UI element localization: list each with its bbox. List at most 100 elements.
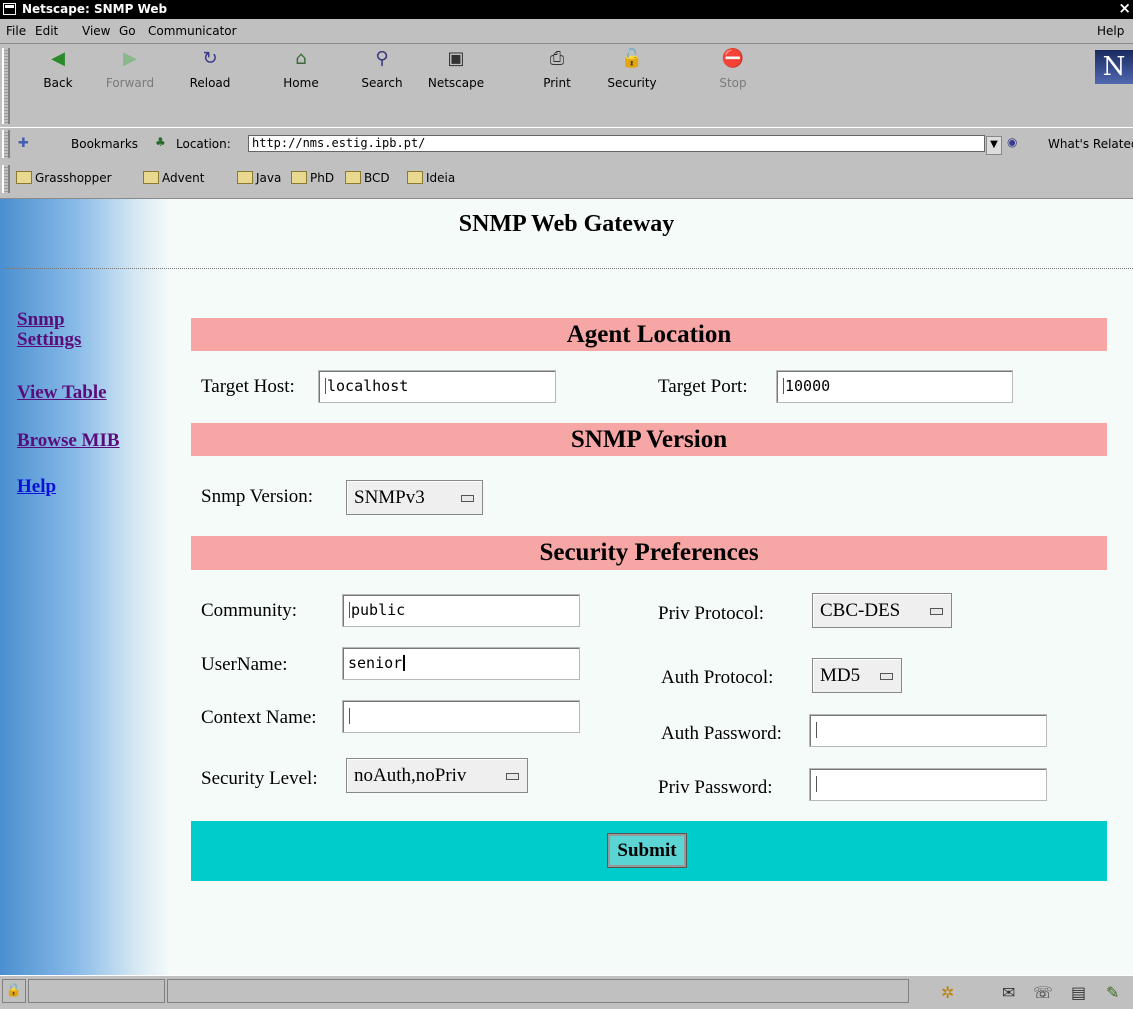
- snmp-version-label: Snmp Version:: [201, 486, 314, 507]
- context-name-label: Context Name:: [201, 707, 317, 728]
- location-toolbar: ✚ Bookmarks ♣ Location: http://nms.estig…: [0, 127, 1133, 162]
- security-level-select[interactable]: noAuth,noPriv: [346, 758, 528, 793]
- folder-icon: [407, 171, 423, 184]
- navigator-icon[interactable]: ✲: [941, 983, 954, 1002]
- page-content: SNMP Web Gateway Snmp Settings View Table…: [0, 199, 1133, 975]
- text-cursor: [403, 655, 406, 671]
- location-label: Location:: [176, 137, 231, 151]
- nav-snmp-settings-line2: Settings: [17, 329, 82, 350]
- menu-bar: File Edit View Go Communicator Help: [0, 19, 1133, 44]
- security-status-icon[interactable]: 🔒: [2, 979, 26, 1003]
- bookmark-java[interactable]: Java: [237, 171, 281, 185]
- folder-icon: [143, 171, 159, 184]
- nav-browse-mib[interactable]: Browse MIB: [17, 431, 120, 451]
- username-label: UserName:: [201, 654, 288, 675]
- progress-area: [28, 979, 165, 1003]
- reload-icon: ↻: [202, 48, 218, 69]
- auth-password-input[interactable]: [809, 714, 1047, 747]
- option-menu-indicator-icon: [930, 608, 943, 615]
- home-button[interactable]: ⌂ Home: [281, 48, 321, 90]
- page-title: SNMP Web Gateway: [458, 211, 675, 237]
- submit-button[interactable]: Submit: [607, 833, 687, 868]
- bookmark-ideia[interactable]: Ideia: [407, 171, 455, 185]
- composer-icon[interactable]: ▤: [1071, 983, 1086, 1002]
- menu-go[interactable]: Go: [119, 24, 136, 38]
- target-port-input[interactable]: 10000: [776, 370, 1013, 403]
- menu-file[interactable]: File: [6, 24, 26, 38]
- priv-protocol-select[interactable]: CBC-DES: [812, 593, 952, 628]
- navigation-toolbar: ◀ Back ▶ Forward ↻ Reload ⌂ Home ⚲ Searc…: [0, 44, 1133, 128]
- nav-snmp-settings[interactable]: Snmp Settings: [17, 310, 81, 350]
- close-icon[interactable]: ×: [1118, 0, 1131, 17]
- auth-protocol-select[interactable]: MD5: [812, 658, 902, 693]
- stop-icon: ⛔: [721, 48, 745, 69]
- location-grip[interactable]: [2, 130, 10, 158]
- bookmark-label: PhD: [310, 171, 335, 185]
- printer-icon: ⎙: [549, 48, 565, 69]
- nav-help[interactable]: Help: [17, 477, 56, 497]
- section-agent-location: Agent Location: [191, 318, 1107, 351]
- menu-help[interactable]: Help: [1097, 24, 1124, 38]
- bookmark-grasshopper[interactable]: Grasshopper: [16, 171, 112, 185]
- snmp-version-select[interactable]: SNMPv3: [346, 480, 483, 515]
- location-icon[interactable]: ♣: [155, 135, 166, 149]
- section-security-preferences: Security Preferences: [191, 536, 1107, 570]
- whats-related-icon[interactable]: ◉: [1007, 135, 1017, 149]
- window-menu-icon[interactable]: [3, 3, 16, 15]
- mail-icon[interactable]: ✉: [1002, 983, 1015, 1002]
- target-port-value: 10000: [785, 377, 831, 395]
- snmp-version-value: SNMPv3: [354, 487, 425, 508]
- netscape-logo[interactable]: N: [1095, 50, 1133, 84]
- padlock-icon: 🔓: [620, 48, 644, 69]
- search-button[interactable]: ⚲ Search: [354, 48, 410, 90]
- text-cursor: [349, 708, 351, 724]
- option-menu-indicator-icon: [506, 773, 519, 780]
- bookmarks-icon[interactable]: ✚: [18, 136, 29, 151]
- community-value: public: [351, 601, 406, 619]
- my-netscape-icon: ▣: [447, 48, 465, 69]
- window-title: Netscape: SNMP Web: [22, 2, 168, 16]
- option-menu-indicator-icon: [880, 673, 893, 680]
- username-input[interactable]: senior: [342, 647, 580, 680]
- url-dropdown-icon[interactable]: ▼: [986, 136, 1002, 155]
- target-port-label: Target Port:: [658, 376, 748, 397]
- back-button[interactable]: ◀ Back: [38, 48, 78, 90]
- personal-grip[interactable]: [2, 165, 10, 193]
- reload-button[interactable]: ↻ Reload: [185, 48, 235, 90]
- target-host-label: Target Host:: [201, 376, 295, 397]
- forward-arrow-icon: ▶: [123, 48, 137, 69]
- context-name-input[interactable]: [342, 700, 580, 733]
- bookmark-phd[interactable]: PhD: [291, 171, 334, 185]
- nav-view-table[interactable]: View Table: [17, 383, 107, 403]
- print-button[interactable]: ⎙ Print: [535, 48, 579, 90]
- bookmark-advent[interactable]: Advent: [143, 171, 204, 185]
- edit-icon[interactable]: ✎: [1106, 983, 1119, 1002]
- text-cursor: [816, 722, 818, 738]
- menu-communicator[interactable]: Communicator: [148, 24, 237, 38]
- bookmark-bcd[interactable]: BCD: [345, 171, 390, 185]
- bookmarks-button[interactable]: Bookmarks: [71, 137, 138, 151]
- priv-protocol-label: Priv Protocol:: [658, 603, 765, 624]
- menu-view[interactable]: View: [82, 24, 110, 38]
- stop-button[interactable]: ⛔ Stop: [713, 48, 753, 90]
- toolbar-grip[interactable]: [2, 48, 10, 124]
- discussion-icon[interactable]: ☏: [1033, 983, 1053, 1002]
- security-button[interactable]: 🔓 Security: [601, 48, 663, 90]
- back-label: Back: [43, 76, 73, 90]
- bookmark-label: Advent: [162, 171, 205, 185]
- community-input[interactable]: public: [342, 594, 580, 627]
- priv-password-input[interactable]: [809, 768, 1047, 801]
- forward-button[interactable]: ▶ Forward: [100, 48, 160, 90]
- bookmark-label: Ideia: [426, 171, 456, 185]
- netscape-button[interactable]: ▣ Netscape: [421, 48, 491, 90]
- target-host-input[interactable]: localhost: [318, 370, 556, 403]
- folder-icon: [237, 171, 253, 184]
- netscape-label: Netscape: [427, 76, 485, 90]
- target-host-value: localhost: [327, 377, 409, 395]
- url-input[interactable]: http://nms.estig.ipb.pt/: [248, 135, 985, 152]
- status-bar: 🔒 ✲ ✉ ☏ ▤ ✎: [0, 975, 1133, 1009]
- status-text-area: [167, 979, 909, 1003]
- whats-related-button[interactable]: What's Related: [1048, 137, 1133, 151]
- search-label: Search: [361, 76, 403, 90]
- menu-edit[interactable]: Edit: [35, 24, 58, 38]
